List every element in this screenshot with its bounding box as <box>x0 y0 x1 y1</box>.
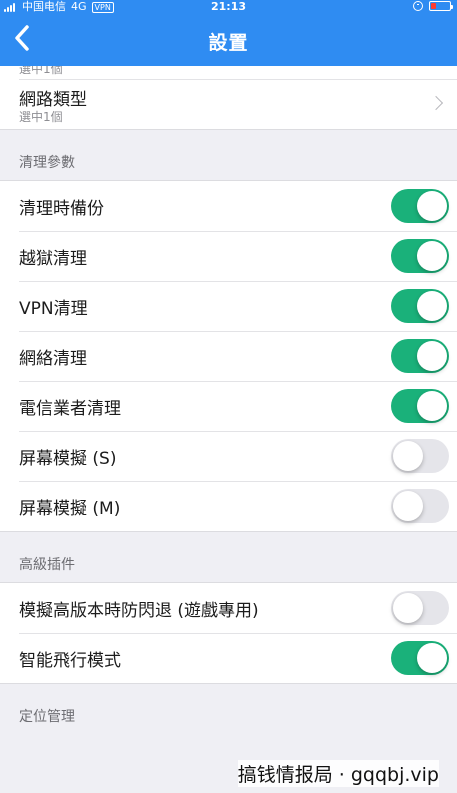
clean-params-group: 清理時備份 越獄清理 VPN清理 網絡清理 電信業者清理 屏幕模擬 (S) 屏幕… <box>0 180 457 532</box>
vpn-clean-toggle[interactable] <box>391 289 449 323</box>
setting-label: 網絡清理 <box>19 348 87 369</box>
screen-sim-s-toggle[interactable] <box>391 439 449 473</box>
chevron-right-icon <box>428 95 444 111</box>
setting-row: 屏幕模擬 (M) <box>0 481 457 531</box>
setting-label: 電信業者清理 <box>19 398 121 419</box>
setting-label: VPN清理 <box>19 298 88 319</box>
jailbreak-clean-toggle[interactable] <box>391 239 449 273</box>
top-bar: 中国电信 4G VPN 21:13 設置 <box>0 0 457 66</box>
previous-item-subtitle: 選中1個 <box>19 66 63 76</box>
settings-list: 選中1個 網路類型 選中1個 清理參數 清理時備份 越獄清理 VPN清理 網絡清… <box>0 66 457 734</box>
status-time: 21:13 <box>210 0 246 13</box>
network-group: 選中1個 網路類型 選中1個 <box>0 66 457 130</box>
setting-row: 越獄清理 <box>0 231 457 281</box>
network-type-subtitle: 選中1個 <box>19 110 63 124</box>
setting-row: 智能飛行模式 <box>0 633 457 683</box>
battery-icon <box>429 1 453 11</box>
advanced-plugins-group: 模擬高版本時防閃退 (遊戲專用) 智能飛行模式 <box>0 582 457 684</box>
anti-crash-toggle[interactable] <box>391 591 449 625</box>
network-type-item[interactable]: 網路類型 選中1個 <box>0 79 457 129</box>
setting-row: 電信業者清理 <box>0 381 457 431</box>
setting-label: 模擬高版本時防閃退 (遊戲專用) <box>19 600 259 621</box>
nav-bar: 設置 <box>0 14 457 66</box>
setting-row: VPN清理 <box>0 281 457 331</box>
page-title: 設置 <box>208 32 249 54</box>
setting-row: 網絡清理 <box>0 331 457 381</box>
backup-toggle[interactable] <box>391 189 449 223</box>
orientation-lock-icon <box>413 1 423 11</box>
setting-label: 智能飛行模式 <box>19 650 121 671</box>
carrier-clean-toggle[interactable] <box>391 389 449 423</box>
setting-row: 屏幕模擬 (S) <box>0 431 457 481</box>
smart-airplane-toggle[interactable] <box>391 641 449 675</box>
setting-row: 模擬高版本時防閃退 (遊戲專用) <box>0 583 457 633</box>
network-clean-toggle[interactable] <box>391 339 449 373</box>
setting-label: 越獄清理 <box>19 248 87 269</box>
section-header-clean-params: 清理參數 <box>19 155 75 171</box>
section-header-location: 定位管理 <box>19 709 75 725</box>
setting-label: 屏幕模擬 (S) <box>19 448 117 469</box>
watermark-text: 搞钱情报局 · gqqbj.vip <box>237 760 439 787</box>
network-type-label: 網路類型 <box>19 90 87 110</box>
setting-row: 清理時備份 <box>0 181 457 231</box>
setting-label: 清理時備份 <box>19 198 104 219</box>
previous-item-partial: 選中1個 <box>0 66 457 79</box>
setting-label: 屏幕模擬 (M) <box>19 498 121 519</box>
screen-sim-m-toggle[interactable] <box>391 489 449 523</box>
status-bar: 中国电信 4G VPN 21:13 <box>0 0 457 14</box>
section-header-advanced-plugins: 高級插件 <box>19 557 75 573</box>
